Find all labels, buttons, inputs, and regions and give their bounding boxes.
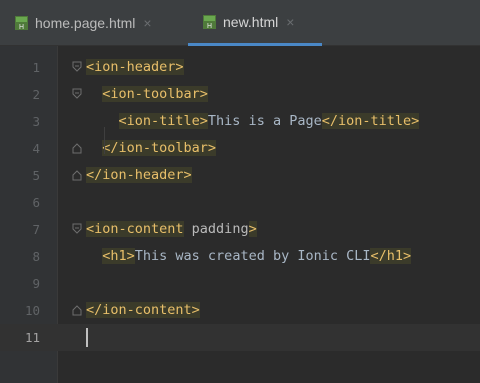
- line-number: 7: [32, 222, 40, 237]
- code-line[interactable]: 4 </ion-toolbar>: [0, 135, 480, 162]
- line-number: 8: [32, 249, 40, 264]
- line-number: 10: [24, 303, 40, 318]
- code-line[interactable]: 10 </ion-content>: [0, 297, 480, 324]
- line-number: 2: [32, 87, 40, 102]
- fold-open-icon[interactable]: [72, 223, 82, 235]
- html-tag-token: <ion-title>: [118, 113, 208, 129]
- html-tag-token: </ion-toolbar>: [102, 140, 217, 156]
- tab-label: home.page.html: [35, 15, 136, 31]
- code-text: <ion-header>: [86, 54, 184, 81]
- html-tag-token: </h1>: [370, 248, 412, 264]
- code-line[interactable]: 6: [0, 189, 480, 216]
- fold-open-icon[interactable]: [72, 88, 82, 100]
- html-tag-token: <ion-toolbar>: [102, 86, 208, 102]
- line-number: 6: [32, 195, 40, 210]
- close-icon[interactable]: ×: [143, 15, 151, 31]
- code-text: </ion-header>: [86, 162, 192, 189]
- html-tag-token: <ion-header>: [86, 59, 184, 75]
- attribute-token: padding: [183, 221, 249, 237]
- html-tag-token: <h1>: [102, 248, 135, 264]
- code-line[interactable]: 2 <ion-toolbar>: [0, 81, 480, 108]
- code-line[interactable]: 1 <ion-header>: [0, 54, 480, 81]
- code-line[interactable]: 9: [0, 270, 480, 297]
- code-line[interactable]: 5 </ion-header>: [0, 162, 480, 189]
- svg-text:H: H: [19, 23, 24, 31]
- code-line[interactable]: 3 <ion-title>This is a Page</ion-title>: [0, 108, 480, 135]
- line-number: 5: [32, 168, 40, 183]
- html-tag-token: </ion-header>: [86, 167, 192, 183]
- line-number: 9: [32, 276, 40, 291]
- code-line[interactable]: 8 <h1>This was created by Ionic CLI</h1>: [0, 243, 480, 270]
- code-line[interactable]: 11: [0, 324, 480, 351]
- svg-text:H: H: [207, 22, 212, 30]
- fold-open-icon[interactable]: [72, 61, 82, 73]
- tab-new-html[interactable]: H new.html ×: [188, 0, 322, 46]
- code-text: <ion-toolbar>: [86, 81, 208, 108]
- close-icon[interactable]: ×: [286, 14, 294, 30]
- code-text: </ion-content>: [86, 297, 200, 324]
- code-line[interactable]: 7 <ion-content padding>: [0, 216, 480, 243]
- indent-guide: [104, 127, 105, 154]
- line-number: 3: [32, 114, 40, 129]
- text-caret: [86, 328, 88, 347]
- code-text: <h1>This was created by Ionic CLI</h1>: [86, 243, 412, 270]
- html-tag-token: >: [248, 221, 257, 237]
- code-text: <ion-title>This is a Page</ion-title>: [86, 108, 420, 135]
- html-file-icon: H: [14, 15, 29, 31]
- html-tag-token: </ion-title>: [321, 113, 420, 129]
- text-token: This was created by Ionic CLI: [134, 248, 371, 264]
- line-number: 11: [24, 330, 40, 345]
- html-tag-token: </ion-content>: [86, 302, 200, 318]
- tab-home-page-html[interactable]: H home.page.html ×: [0, 0, 184, 46]
- code-editor[interactable]: 1 <ion-header> 2 <ion-toolbar> 3 <ion-title…: [0, 46, 480, 383]
- line-number: 1: [32, 60, 40, 75]
- code-text: </ion-toolbar>: [86, 135, 217, 162]
- editor-tab-bar: H home.page.html × H new.html ×: [0, 0, 480, 46]
- line-number: 4: [32, 141, 40, 156]
- html-tag-token: <ion-content: [86, 221, 184, 237]
- html-file-icon: H: [202, 14, 217, 30]
- text-token: This is a Page: [207, 113, 322, 129]
- code-text: <ion-content padding>: [86, 216, 257, 243]
- fold-end-icon[interactable]: [72, 142, 82, 154]
- tab-label: new.html: [223, 13, 279, 30]
- fold-end-icon[interactable]: [72, 304, 82, 316]
- fold-end-icon[interactable]: [72, 169, 82, 181]
